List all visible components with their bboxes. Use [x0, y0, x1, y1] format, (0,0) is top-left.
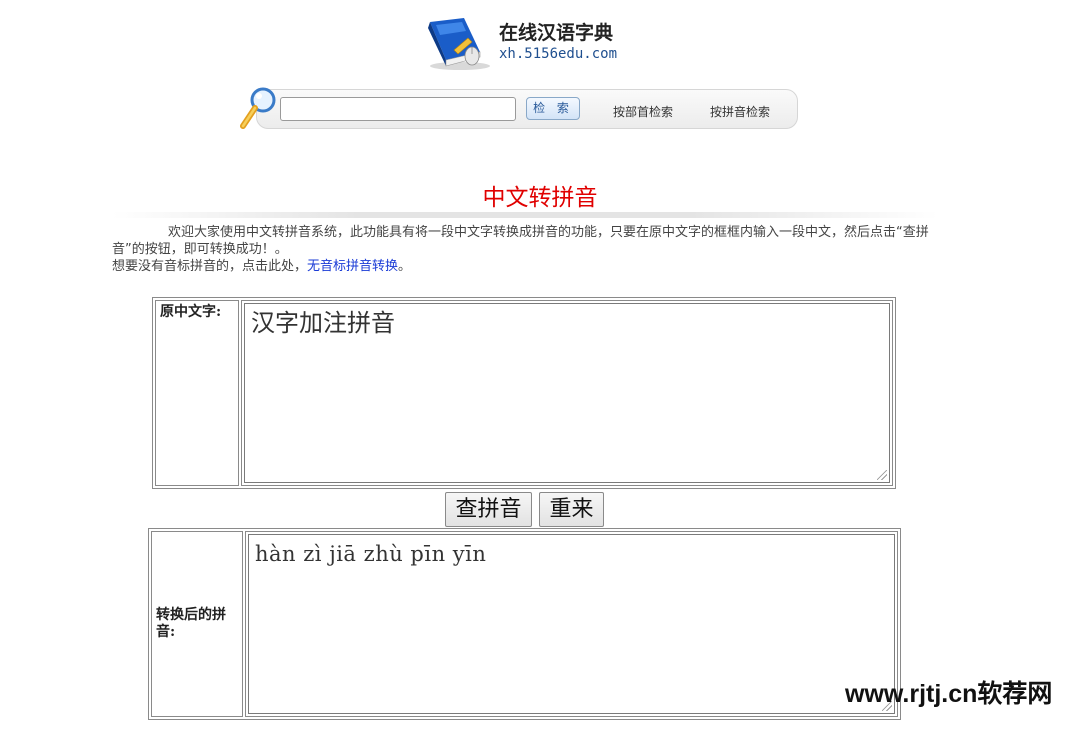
site-title: 在线汉语字典 — [499, 22, 614, 44]
intro-paragraph: 欢迎大家使用中文转拼音系统，此功能具有将一段中文字转换成拼音的功能，只要在原中文… — [112, 225, 929, 257]
intro-line-2-suffix: 。 — [398, 259, 412, 274]
result-label-cell: 转换后的拼音: — [151, 531, 243, 717]
page-title: 中文转拼音 — [482, 185, 598, 211]
site-logo[interactable]: 在线汉语字典 xh.5156edu.com — [424, 16, 644, 72]
search-button[interactable]: 检 索 — [526, 97, 580, 120]
source-table: 原中文字: 汉字加注拼音 — [152, 297, 896, 489]
source-label: 原中文字: — [155, 300, 239, 486]
site-url: xh.5156edu.com — [499, 46, 618, 62]
intro-line-2: 想要没有音标拼音的，点击此处，无音标拼音转换。 — [112, 258, 938, 275]
source-text: 汉字加注拼音 — [251, 309, 395, 337]
watermark: www.rjtj.cn软荐网 — [845, 680, 1053, 708]
magnifier-icon — [240, 87, 276, 129]
pinyin-search-link[interactable]: 按拼音检索 — [710, 103, 770, 120]
radical-search-link[interactable]: 按部首检索 — [613, 103, 673, 120]
source-textarea[interactable]: 汉字加注拼音 — [244, 303, 890, 483]
reset-button[interactable]: 重来 — [539, 492, 604, 527]
intro-text: 欢迎大家使用中文转拼音系统，此功能具有将一段中文字转换成拼音的功能，只要在原中文… — [112, 224, 938, 275]
title-divider — [112, 212, 938, 218]
no-tone-pinyin-link[interactable]: 无音标拼音转换 — [307, 259, 398, 274]
result-label: 转换后的拼音: — [156, 607, 226, 640]
result-table: 转换后的拼音: hàn zì jiā zhù pīn yīn — [148, 528, 901, 720]
intro-line-2-prefix: 想要没有音标拼音的，点击此处， — [112, 259, 308, 274]
result-cell: hàn zì jiā zhù pīn yīn — [245, 531, 898, 717]
dictionary-book-icon — [428, 18, 490, 70]
lookup-pinyin-button[interactable]: 查拼音 — [445, 492, 532, 527]
search-input[interactable] — [280, 97, 516, 121]
result-text: hàn zì jiā zhù pīn yīn — [255, 542, 487, 566]
resize-grip-icon[interactable] — [877, 470, 887, 480]
source-cell: 汉字加注拼音 — [241, 300, 893, 486]
result-textarea[interactable]: hàn zì jiā zhù pīn yīn — [248, 534, 895, 714]
